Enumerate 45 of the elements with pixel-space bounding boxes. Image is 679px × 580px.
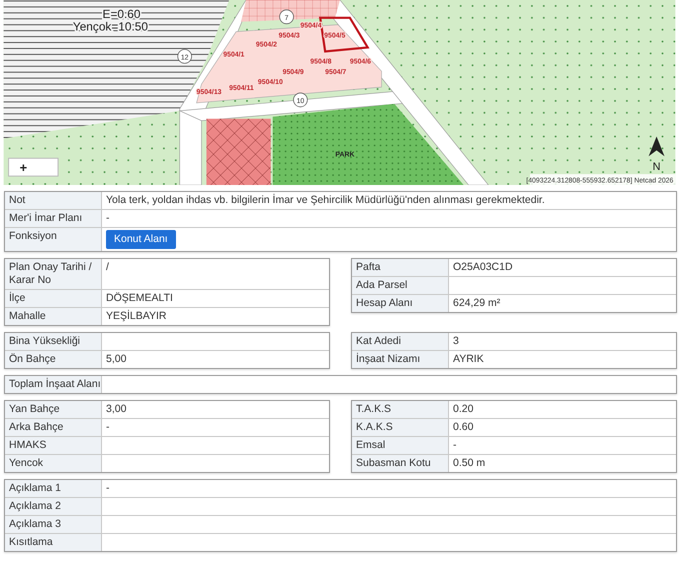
- label-cell: Bina Yüksekliği: [5, 333, 102, 351]
- label-cell: Toplam İnşaat Alanı: [5, 376, 102, 393]
- label-cell: Açıklama 1: [5, 480, 102, 498]
- function-button[interactable]: Konut Alanı: [106, 230, 176, 249]
- label-cell: Kat Adedi: [352, 333, 449, 351]
- label-cell: Subasman Kotu: [352, 455, 449, 472]
- label-cell: İlçe: [5, 290, 102, 308]
- label-cell: Hesap Alanı: [352, 295, 449, 312]
- value-cell-text: 5,00: [105, 352, 128, 367]
- value-cell: -: [102, 480, 676, 498]
- value-cell: -: [102, 210, 676, 228]
- label-cell: K.A.K.S: [352, 419, 449, 437]
- label-cell: Mahalle: [5, 308, 102, 325]
- value-cell-text: YEŞİLBAYIR: [105, 308, 168, 324]
- value-cell-text: 624,29 m²: [452, 296, 502, 311]
- label-cell: T.A.K.S: [352, 401, 449, 419]
- label-cell: Açıklama 3: [5, 516, 102, 534]
- label-cell: Ön Bahçe: [5, 351, 102, 368]
- value-cell: -: [449, 437, 676, 455]
- value-cell: /: [102, 259, 329, 290]
- label-cell: Mer'i İmar Planı: [5, 210, 102, 228]
- label-cell: Açıklama 2: [5, 498, 102, 516]
- label-cell: Kısıtlama: [5, 534, 102, 551]
- label-cell: İnşaat Nizamı: [352, 351, 449, 368]
- value-cell: Yola terk, yoldan ihdas vb. bilgilerin İmar ve Şehircilik Müdürlüğü'nden alınması gerekmektedir.: [102, 192, 676, 210]
- label-cell: Emsal: [352, 437, 449, 455]
- value-cell: DÖŞEMEALTI: [102, 290, 329, 308]
- label-cell: Arka Bahçe: [5, 419, 102, 437]
- label-cell: Plan Onay Tarihi / Karar No: [5, 259, 102, 290]
- zoom-in-button[interactable]: +: [8, 158, 59, 177]
- value-cell: 0.60: [449, 419, 676, 437]
- label-cell: Not: [5, 192, 102, 210]
- label-cell: Yencok: [5, 455, 102, 472]
- label-cell: Ada Parsel: [352, 277, 449, 295]
- value-cell: 3,00: [102, 401, 329, 419]
- value-cell: 0.20: [449, 401, 676, 419]
- value-cell: -: [102, 419, 329, 437]
- label-cell: HMAKS: [5, 437, 102, 455]
- label-cell: Pafta: [352, 259, 449, 277]
- label-cell: Fonksiyon: [5, 228, 102, 251]
- value-cell: 3: [449, 333, 676, 351]
- label-cell: Yan Bahçe: [5, 401, 102, 419]
- value-cell-text: AYRIK: [452, 352, 485, 367]
- value-cell: O25A03C1D: [449, 259, 676, 277]
- value-cell-text: 0.50 m: [452, 456, 486, 471]
